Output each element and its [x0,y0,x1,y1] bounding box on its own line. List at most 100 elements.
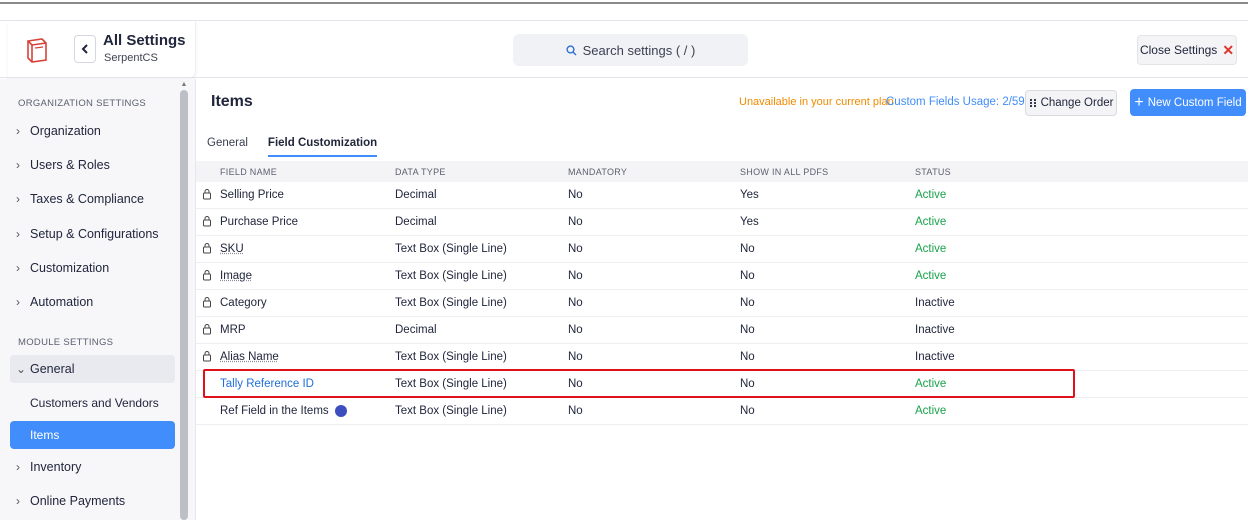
field-name: Alias Name [220,351,279,363]
status-badge: Inactive [915,351,955,363]
data-type: Text Box (Single Line) [395,270,507,282]
status-badge: Active [915,189,947,201]
mandatory: No [568,324,583,336]
show-in-pdfs: No [740,324,755,336]
table-row[interactable]: Selling Price Decimal No Yes Active [196,182,1248,209]
lock-icon [203,269,211,280]
drag-dots-icon [1029,98,1036,108]
module-settings-heading: MODULE SETTINGS [18,337,114,348]
plan-warning[interactable]: Unavailable in your current plan [739,96,894,108]
sidebar-item-label: Items [30,428,60,442]
search-settings-input[interactable]: Search settings ( / ) [513,34,748,66]
lock-icon [203,296,211,307]
table-row[interactable]: Alias Name Text Box (Single Line) No No … [196,344,1248,371]
mandatory: No [568,297,583,309]
settings-sidebar: ORGANIZATION SETTINGS › Organization › Use… [0,79,196,520]
table-header: FIELD NAME DATA TYPE MANDATORY SHOW IN A… [196,161,1248,182]
data-type: Text Box (Single Line) [395,351,507,363]
table-row[interactable]: Image Text Box (Single Line) No No Activ… [196,263,1248,290]
sidebar-item-inventory[interactable]: › Inventory [10,453,175,481]
sidebar-item-label: Automation [30,295,94,309]
table-row[interactable]: Category Text Box (Single Line) No No In… [196,290,1248,317]
sidebar-item-customization[interactable]: › Customization [10,254,175,282]
sidebar-scrollbar[interactable] [180,90,188,520]
sidebar-item-general[interactable]: ⌄ General [10,355,175,383]
data-type: Text Box (Single Line) [395,243,507,255]
new-custom-field-button[interactable]: + New Custom Field [1130,89,1246,116]
highlight-box [203,369,1075,398]
table-row[interactable]: Purchase Price Decimal No Yes Active [196,209,1248,236]
status-badge: Active [915,405,947,417]
tab-general[interactable]: General [207,131,248,157]
chevron-right-icon: › [16,261,20,275]
scroll-up-arrow-icon[interactable]: ▲ [180,81,188,88]
status-badge: Active [915,216,947,228]
chevron-right-icon: › [16,295,20,309]
sidebar-item-label: Setup & Configurations [30,227,159,241]
sidebar-item-label: Online Payments [30,494,126,508]
status-badge: Active [915,243,947,255]
lock-icon [203,350,211,361]
plus-icon: + [1134,93,1144,111]
sidebar-item-customers-vendors[interactable]: Customers and Vendors [10,389,175,417]
table-row[interactable]: SKU Text Box (Single Line) No No Active [196,236,1248,263]
sidebar-item-automation[interactable]: › Automation [10,288,175,316]
chevron-left-icon [81,44,88,54]
sidebar-item-label: Inventory [30,460,82,474]
mandatory: No [568,216,583,228]
sidebar-item-users-roles[interactable]: › Users & Roles [10,151,175,179]
status-badge: Inactive [915,297,955,309]
new-custom-field-label: New Custom Field [1147,96,1242,109]
chevron-right-icon: › [16,124,20,138]
search-icon [566,44,577,55]
close-icon: ✕ [1222,41,1235,58]
chevron-right-icon: › [16,227,20,241]
table-row[interactable]: Ref Field in the Items Text Box (Single … [196,398,1248,425]
change-order-label: Change Order [1040,97,1114,109]
custom-fields-usage[interactable]: Custom Fields Usage: 2/59 [886,96,1025,108]
org-settings-heading: ORGANIZATION SETTINGS [18,98,147,109]
data-type: Decimal [395,324,437,336]
sidebar-item-taxes[interactable]: › Taxes & Compliance [10,185,175,213]
status-badge: Active [915,270,947,282]
show-in-pdfs: No [740,351,755,363]
page-header-title: All Settings [103,32,186,49]
search-placeholder: Search settings ( / ) [582,42,696,58]
close-settings-label: Close Settings [1139,43,1218,57]
show-in-pdfs: No [740,243,755,255]
show-in-pdfs: Yes [740,189,759,201]
chevron-down-icon: ⌄ [16,362,27,376]
page-title: Items [211,93,253,110]
mandatory: No [568,270,583,282]
info-icon[interactable] [334,404,347,417]
tab-field-customization[interactable]: Field Customization [267,131,378,157]
column-header: STATUS [915,166,951,177]
sidebar-item-items[interactable]: Items [10,421,175,449]
mandatory: No [568,351,583,363]
status-badge: Inactive [915,324,955,336]
field-name: Ref Field in the Items [220,405,329,418]
close-settings-button[interactable]: Close Settings ✕ [1137,35,1237,65]
lock-icon [203,188,211,199]
lock-icon [203,323,211,334]
sidebar-item-organization[interactable]: › Organization [10,117,175,145]
field-name: SKU [220,243,244,255]
chevron-right-icon: › [16,494,20,508]
sidebar-item-setup[interactable]: › Setup & Configurations [10,220,175,248]
data-type: Decimal [395,189,437,201]
sidebar-item-label: Taxes & Compliance [30,192,144,206]
change-order-button[interactable]: Change Order [1025,90,1117,116]
table-row[interactable]: MRP Decimal No No Inactive [196,317,1248,344]
show-in-pdfs: No [740,297,755,309]
chevron-right-icon: › [16,460,20,474]
sidebar-item-online-payments[interactable]: › Online Payments [10,487,175,515]
field-name: Selling Price [220,189,284,201]
back-button[interactable] [74,35,96,63]
sidebar-item-label: Customization [30,261,110,275]
sidebar-item-label: Customers and Vendors [30,396,159,410]
mandatory: No [568,405,583,417]
field-name: Image [220,270,252,282]
column-header: FIELD NAME [220,166,278,177]
sidebar-item-label: Users & Roles [30,158,110,172]
book-logo-icon [27,38,47,63]
